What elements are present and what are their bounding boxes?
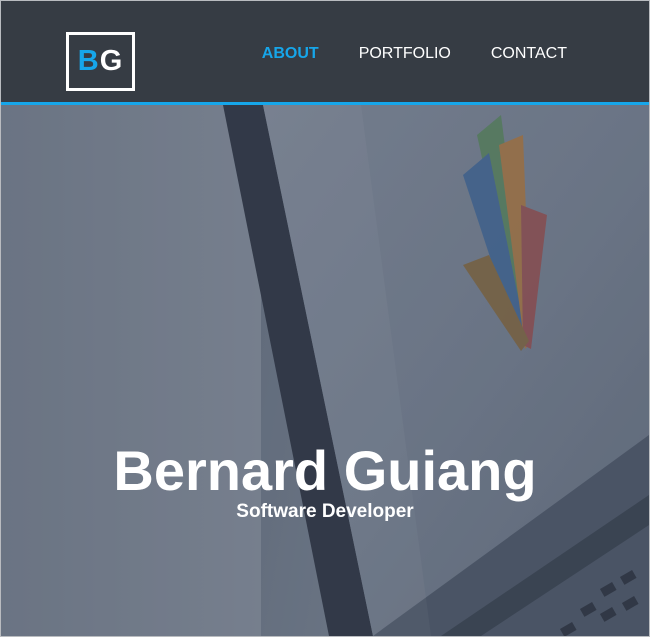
hero-title: Bernard Guiang xyxy=(113,438,537,502)
navbar: BG ABOUT PORTFOLIO CONTACT xyxy=(1,1,649,105)
nav-links: ABOUT PORTFOLIO CONTACT xyxy=(262,45,567,63)
logo-letter-g: G xyxy=(99,45,124,77)
logo-letter-b: B xyxy=(77,45,100,77)
hero-overlay xyxy=(1,105,649,636)
nav-contact-link[interactable]: CONTACT xyxy=(491,45,567,63)
hero-section: Bernard Guiang Software Developer xyxy=(1,105,649,636)
hero-subtitle: Software Developer xyxy=(236,501,414,522)
logo[interactable]: BG xyxy=(66,32,135,91)
page-frame: BG ABOUT PORTFOLIO CONTACT Bernard Guian… xyxy=(0,0,650,637)
nav-portfolio-link[interactable]: PORTFOLIO xyxy=(359,45,451,63)
nav-about-link[interactable]: ABOUT xyxy=(262,45,319,63)
